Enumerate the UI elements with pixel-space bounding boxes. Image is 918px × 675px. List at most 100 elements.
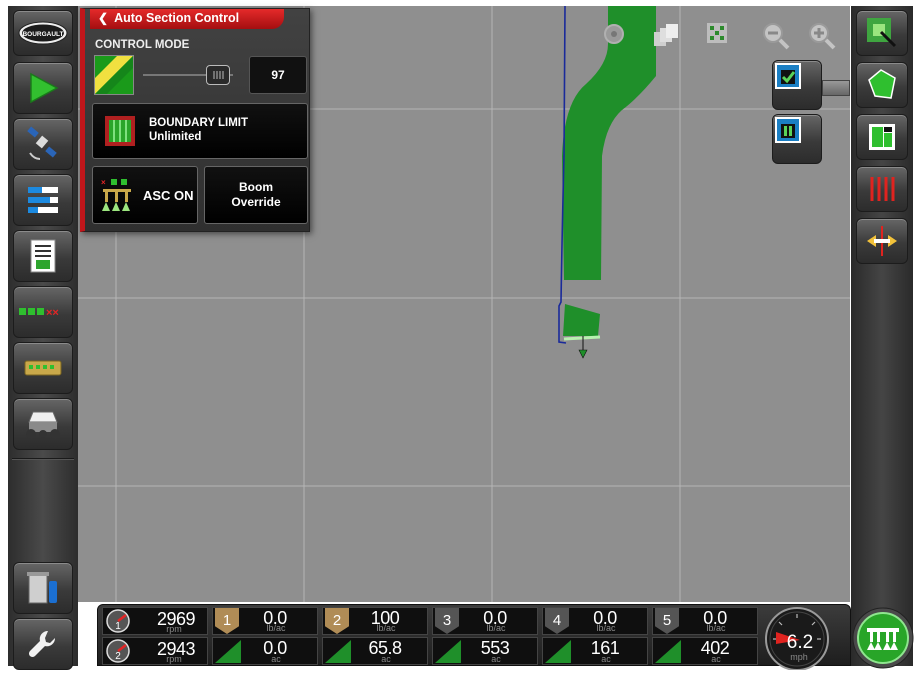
clear-data-button[interactable]	[13, 562, 73, 614]
implement-button[interactable]	[13, 342, 73, 394]
settings-button[interactable]	[13, 618, 73, 670]
area-coverage-icon	[215, 640, 241, 663]
product-area-cell: 0.0 ac	[212, 637, 318, 665]
product-group-3[interactable]: 3 0.0 lb/ac 553 ac	[432, 607, 538, 665]
slider-handle[interactable]	[206, 65, 230, 85]
product-badge: 5	[655, 608, 679, 634]
check-document-icon	[775, 63, 801, 89]
zoom-out-icon[interactable]	[762, 22, 790, 50]
trash-bin-icon	[27, 572, 57, 604]
back-chevron-icon[interactable]: ❮	[98, 9, 108, 27]
boundary-limit-button[interactable]: BOUNDARY LIMIT Unlimited	[92, 103, 308, 159]
product-rate-unit: lb/ac	[596, 623, 616, 633]
implement-boom	[563, 335, 601, 341]
reports-button[interactable]	[13, 230, 73, 282]
grid-icon[interactable]	[706, 22, 734, 50]
sections-icon	[870, 177, 895, 201]
product-area-cell: 161 ac	[542, 637, 648, 665]
product-rate-unit: lb/ac	[486, 623, 506, 633]
rpm-unit: rpm	[166, 624, 182, 634]
control-mode-slider[interactable]	[143, 59, 233, 91]
area-coverage-icon	[325, 640, 351, 663]
control-mode-label: CONTROL MODE	[95, 39, 190, 51]
wrench-settings-icon	[28, 630, 56, 658]
product-rate-cell: 3 0.0 lb/ac	[432, 607, 538, 635]
gps-icon[interactable]	[602, 22, 630, 50]
control-mode-icon[interactable]	[94, 55, 134, 95]
cart-icon	[26, 411, 60, 439]
document-report-icon	[30, 239, 56, 273]
master-switch-button[interactable]	[851, 606, 915, 670]
product-group-1[interactable]: 1 0.0 lb/ac 0.0 ac	[212, 607, 318, 665]
menu-button[interactable]	[13, 174, 73, 226]
boom-override-line1: Boom	[239, 180, 273, 194]
boundary-limit-icon	[105, 116, 135, 146]
pan-button[interactable]	[856, 218, 908, 264]
product-group-5[interactable]: 5 0.0 lb/ac 402 ac	[652, 607, 758, 665]
asc-sections-icon: ×	[101, 178, 131, 211]
rpm-unit: rpm	[166, 654, 182, 664]
product-area-unit: ac	[271, 654, 281, 664]
sections-button[interactable]	[856, 166, 908, 212]
product-area-unit: ac	[601, 654, 611, 664]
rail-divider	[12, 458, 74, 460]
speed-value: 6.2	[787, 632, 813, 653]
speed-unit: mph	[790, 652, 808, 662]
asc-toggle-label: ASC ON	[143, 188, 194, 203]
product-rate-cell: 4 0.0 lb/ac	[542, 607, 648, 635]
product-rate-unit: lb/ac	[266, 623, 286, 633]
layers-icon[interactable]	[652, 22, 680, 50]
area-coverage-icon	[655, 640, 681, 663]
zoom-select-icon	[867, 18, 897, 48]
product-area-cell: 65.8 ac	[322, 637, 428, 665]
rpm-group[interactable]: 1 2969 rpm 2 2943 rpm	[102, 607, 208, 665]
svg-text:1: 1	[115, 621, 121, 632]
log-check-button[interactable]	[772, 60, 822, 110]
svg-text:2: 2	[115, 651, 121, 662]
section-status-button[interactable]: ××	[13, 286, 73, 338]
product-rate-cell: 5 0.0 lb/ac	[652, 607, 758, 635]
implement-coverage	[563, 304, 600, 336]
master-switch-icon	[852, 607, 914, 669]
product-group-4[interactable]: 4 0.0 lb/ac 161 ac	[542, 607, 648, 665]
zoom-in-icon[interactable]	[808, 22, 836, 50]
product-badge: 3	[435, 608, 459, 634]
bars-menu-icon	[28, 187, 58, 213]
field-boundary-button[interactable]	[856, 62, 908, 108]
map-action-connector	[822, 80, 850, 96]
product-area-unit: ac	[711, 654, 721, 664]
product-group-2[interactable]: 2 100 lb/ac 65.8 ac	[322, 607, 428, 665]
boom-override-button[interactable]: Boom Override	[204, 166, 308, 224]
product-area-unit: ac	[491, 654, 501, 664]
svg-text:×: ×	[101, 178, 106, 187]
product-rate-cell: 1 0.0 lb/ac	[212, 607, 318, 635]
home-logo-button[interactable]: BOURGAULT	[13, 10, 73, 56]
panel-title: Auto Section Control	[114, 11, 240, 25]
section-status-icon: ××	[19, 307, 59, 319]
gps-satellite-icon	[27, 126, 57, 160]
zoom-select-button[interactable]	[856, 10, 908, 56]
area-coverage-icon	[545, 640, 571, 663]
product-badge: 1	[215, 608, 239, 634]
area-coverage-icon	[435, 640, 461, 663]
control-mode-value[interactable]: 97	[249, 56, 307, 94]
product-badge: 4	[545, 608, 569, 634]
cart-button[interactable]	[13, 398, 73, 450]
log-pause-button[interactable]	[772, 114, 822, 164]
speedometer-gauge: 6.2 mph	[765, 607, 829, 671]
product-area-unit: ac	[381, 654, 391, 664]
field-boundary-icon	[868, 69, 896, 99]
asc-toggle-button[interactable]: × ASC ON	[92, 166, 198, 224]
field-map-button[interactable]	[856, 114, 908, 160]
guidance-button[interactable]	[13, 62, 73, 114]
product-rate-cell: 2 100 lb/ac	[322, 607, 428, 635]
auto-section-control-panel: ❮ Auto Section Control CONTROL MODE 97 BO…	[80, 8, 310, 232]
boundary-limit-title: BOUNDARY LIMIT	[149, 117, 249, 129]
panel-title-bar[interactable]: ❮ Auto Section Control	[90, 9, 284, 29]
speedometer[interactable]: 6.2 mph	[762, 604, 832, 671]
right-toolbar	[851, 6, 913, 666]
gps-settings-button[interactable]	[13, 118, 73, 170]
bourgault-logo: BOURGAULT	[18, 21, 68, 45]
product-badge: 2	[325, 608, 349, 634]
mode-diagonal-icon	[95, 56, 133, 94]
